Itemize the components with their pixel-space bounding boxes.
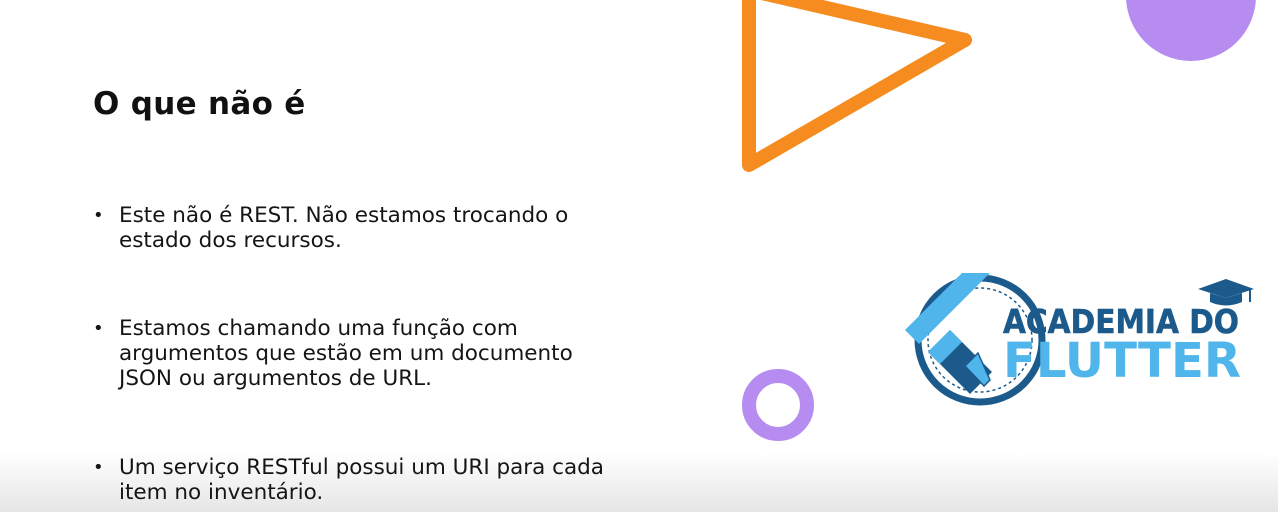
logo-text-line2: FLUTTER bbox=[1003, 333, 1241, 389]
bullet-dot: • bbox=[93, 457, 104, 478]
bullet-text: Estamos chamando uma função com argument… bbox=[119, 316, 653, 391]
bullet-item-3: • Um serviço RESTful possui um URI para … bbox=[93, 455, 653, 505]
bullet-line: item no inventário. bbox=[119, 480, 324, 505]
bullet-line: argumentos que estão em um documento bbox=[119, 341, 573, 366]
bullet-item-2: • Estamos chamando uma função com argume… bbox=[93, 316, 653, 391]
bullet-item-1: • Este não é REST. Não estamos trocando … bbox=[93, 203, 653, 253]
bullet-dot: • bbox=[93, 318, 104, 339]
bullet-text: Este não é REST. Não estamos trocando o … bbox=[119, 203, 653, 253]
bullet-line: Este não é REST. Não estamos trocando o bbox=[119, 203, 569, 228]
slide-title: O que não é bbox=[93, 86, 306, 122]
bullet-dot: • bbox=[93, 205, 104, 226]
bullet-line: JSON ou argumentos de URL. bbox=[119, 366, 432, 391]
bullet-line: Estamos chamando uma função com bbox=[119, 316, 518, 341]
bullet-line: Um serviço RESTful possui um URI para ca… bbox=[119, 455, 604, 480]
bullet-line: estado dos recursos. bbox=[119, 228, 342, 253]
academia-do-flutter-logo: ACADEMIA DO FLUTTER bbox=[905, 273, 1254, 406]
bullet-text: Um serviço RESTful possui um URI para ca… bbox=[119, 455, 653, 505]
